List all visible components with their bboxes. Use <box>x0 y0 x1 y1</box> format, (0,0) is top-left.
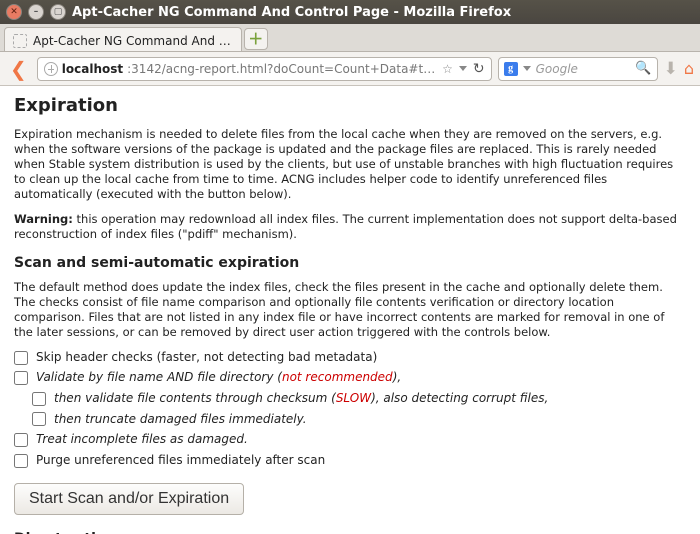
downloads-button[interactable]: ⬇ <box>664 59 678 79</box>
window-minimize-button[interactable]: – <box>28 4 44 20</box>
paragraph-expiration: Expiration mechanism is needed to delete… <box>14 127 686 202</box>
nav-toolbar: ❮ localhost :3142/acng-report.html?doCou… <box>0 52 700 86</box>
option-skip-header: Skip header checks (faster, not detectin… <box>14 350 686 366</box>
url-rest: :3142/acng-report.html?doCount=Count+Dat… <box>127 62 438 76</box>
tab-favicon <box>13 34 27 48</box>
option-purge-unref: Purge unreferenced files immediately aft… <box>14 453 686 469</box>
expiration-options: Skip header checks (faster, not detectin… <box>14 350 686 469</box>
search-go-icon[interactable]: 🔍 <box>635 61 651 76</box>
heading-direct-actions: Direct actions <box>14 530 686 534</box>
checkbox-truncate-imm[interactable] <box>32 412 46 426</box>
option-treat-incomplete: Treat incomplete files as damaged. <box>14 432 686 448</box>
window-title: Apt-Cacher NG Command And Control Page -… <box>72 5 511 20</box>
label-validate-dir: Validate by file name AND file directory… <box>36 370 401 386</box>
paragraph-scan: The default method does update the index… <box>14 280 686 340</box>
window-titlebar: ✕ – ▢ Apt-Cacher NG Command And Control … <box>0 0 700 24</box>
tab-title: Apt-Cacher NG Command And … <box>33 34 231 48</box>
reload-button[interactable]: ↻ <box>473 62 485 76</box>
checkbox-treat-incomplete[interactable] <box>14 433 28 447</box>
checkbox-validate-dir[interactable] <box>14 371 28 385</box>
bookmark-star-icon[interactable]: ☆ <box>442 62 453 76</box>
option-truncate-imm: then truncate damaged files immediately. <box>32 412 686 428</box>
tab-active[interactable]: Apt-Cacher NG Command And … <box>4 27 242 51</box>
option-validate-dir: Validate by file name AND file directory… <box>14 370 686 386</box>
url-dropdown-icon[interactable] <box>459 66 467 71</box>
search-engine-icon: g <box>504 62 518 76</box>
search-bar[interactable]: g Google 🔍 <box>498 57 658 81</box>
back-button[interactable]: ❮ <box>6 59 31 79</box>
start-scan-button[interactable]: Start Scan and/or Expiration <box>14 483 244 515</box>
window-close-button[interactable]: ✕ <box>6 4 22 20</box>
heading-scan: Scan and semi-automatic expiration <box>14 254 686 272</box>
plus-icon: ＋ <box>248 32 263 47</box>
heading-expiration: Expiration <box>14 94 686 117</box>
tab-strip: Apt-Cacher NG Command And … ＋ <box>0 24 700 52</box>
checkbox-purge-unref[interactable] <box>14 454 28 468</box>
search-engine-dropdown-icon[interactable] <box>523 66 531 71</box>
url-host: localhost <box>62 62 123 76</box>
checkbox-skip-header[interactable] <box>14 351 28 365</box>
home-button[interactable]: ⌂ <box>684 59 694 78</box>
new-tab-button[interactable]: ＋ <box>244 28 268 50</box>
globe-icon <box>44 62 58 76</box>
search-placeholder: Google <box>536 62 631 76</box>
label-checksum: then validate file contents through chec… <box>54 391 548 407</box>
warning-text: this operation may redownload all index … <box>14 212 677 241</box>
label-treat-incomplete: Treat incomplete files as damaged. <box>36 432 248 448</box>
paragraph-warning: Warning: this operation may redownload a… <box>14 212 686 242</box>
checkbox-checksum[interactable] <box>32 392 46 406</box>
url-bar[interactable]: localhost :3142/acng-report.html?doCount… <box>37 57 492 81</box>
label-skip-header: Skip header checks (faster, not detectin… <box>36 350 377 366</box>
window-maximize-button[interactable]: ▢ <box>50 4 66 20</box>
option-checksum: then validate file contents through chec… <box>32 391 686 407</box>
warning-label: Warning: <box>14 212 73 226</box>
label-truncate-imm: then truncate damaged files immediately. <box>54 412 307 428</box>
label-purge-unref: Purge unreferenced files immediately aft… <box>36 453 325 469</box>
page-content: Expiration Expiration mechanism is neede… <box>0 86 700 534</box>
